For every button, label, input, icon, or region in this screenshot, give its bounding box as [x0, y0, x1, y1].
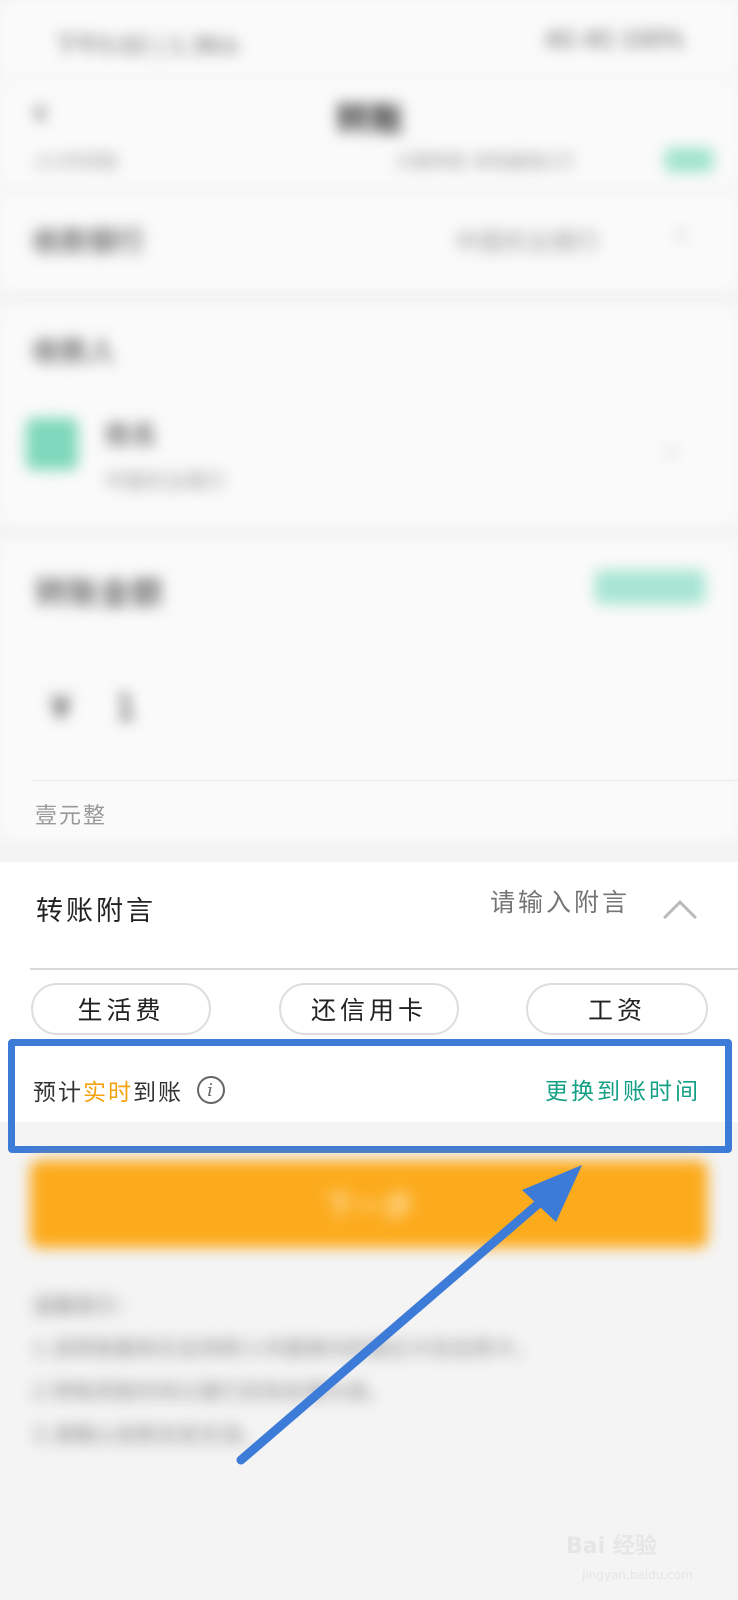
status-time: 下午5:02 | 1.3K/s: [55, 34, 239, 59]
notes-line: 3.请确认收款信息无误。: [32, 1423, 263, 1447]
amount-tag[interactable]: [595, 570, 705, 604]
remark-chip-salary[interactable]: 工资: [526, 983, 708, 1035]
payee-label: 收款人: [32, 335, 117, 368]
remark-input[interactable]: [490, 889, 650, 918]
remark-chip-credit-card[interactable]: 还信用卡: [279, 983, 459, 1035]
bank-logo-icon: [26, 418, 78, 470]
status-indicators: 4G 4G 100%: [545, 28, 684, 53]
watermark-url: jingyan.baidu.com: [582, 1568, 693, 1582]
payee-name: 姓名: [105, 421, 158, 451]
header-subtitle-right: 大额转账 单笔最高5万: [395, 152, 575, 173]
back-icon[interactable]: ‹: [32, 92, 72, 132]
page-title: 转账: [336, 100, 404, 140]
watermark-logo: Bai 经验: [566, 1534, 657, 1559]
notes-line: 温馨提示：: [32, 1294, 137, 1318]
amount-divider: [32, 780, 738, 781]
chevron-right-icon: ›: [675, 214, 688, 252]
currency-symbol: ¥: [50, 688, 72, 728]
payee-bank: 中国农业银行: [105, 469, 225, 493]
chevron-down-icon[interactable]: ⌄: [660, 430, 683, 463]
amount-input[interactable]: 1: [115, 688, 137, 728]
bank-value: 中国农业银行: [455, 228, 599, 256]
amount-in-words: 壹元整: [35, 804, 108, 829]
header-tag: [665, 148, 713, 172]
next-button[interactable]: 下一步: [30, 1160, 708, 1248]
amount-label: 转账金额: [35, 574, 164, 612]
notes-line: 2.转账到账时间以银行实际处理为准。: [32, 1380, 389, 1404]
remark-chip-living-expenses[interactable]: 生活费: [31, 983, 211, 1035]
remark-divider: [30, 968, 738, 970]
notes-line: 1.该转账服务仅支持转入中国境内的借记卡及信用卡，: [32, 1337, 536, 1361]
header-subtitle-left: 2小时到账: [35, 152, 119, 173]
bank-label: 收款银行: [32, 225, 145, 258]
annotation-highlight-box: [8, 1039, 732, 1153]
notes: 温馨提示： 1.该转账服务仅支持转入中国境内的借记卡及信用卡， 2.转账到账时间…: [32, 1285, 712, 1457]
remark-label: 转账附言: [36, 896, 156, 927]
